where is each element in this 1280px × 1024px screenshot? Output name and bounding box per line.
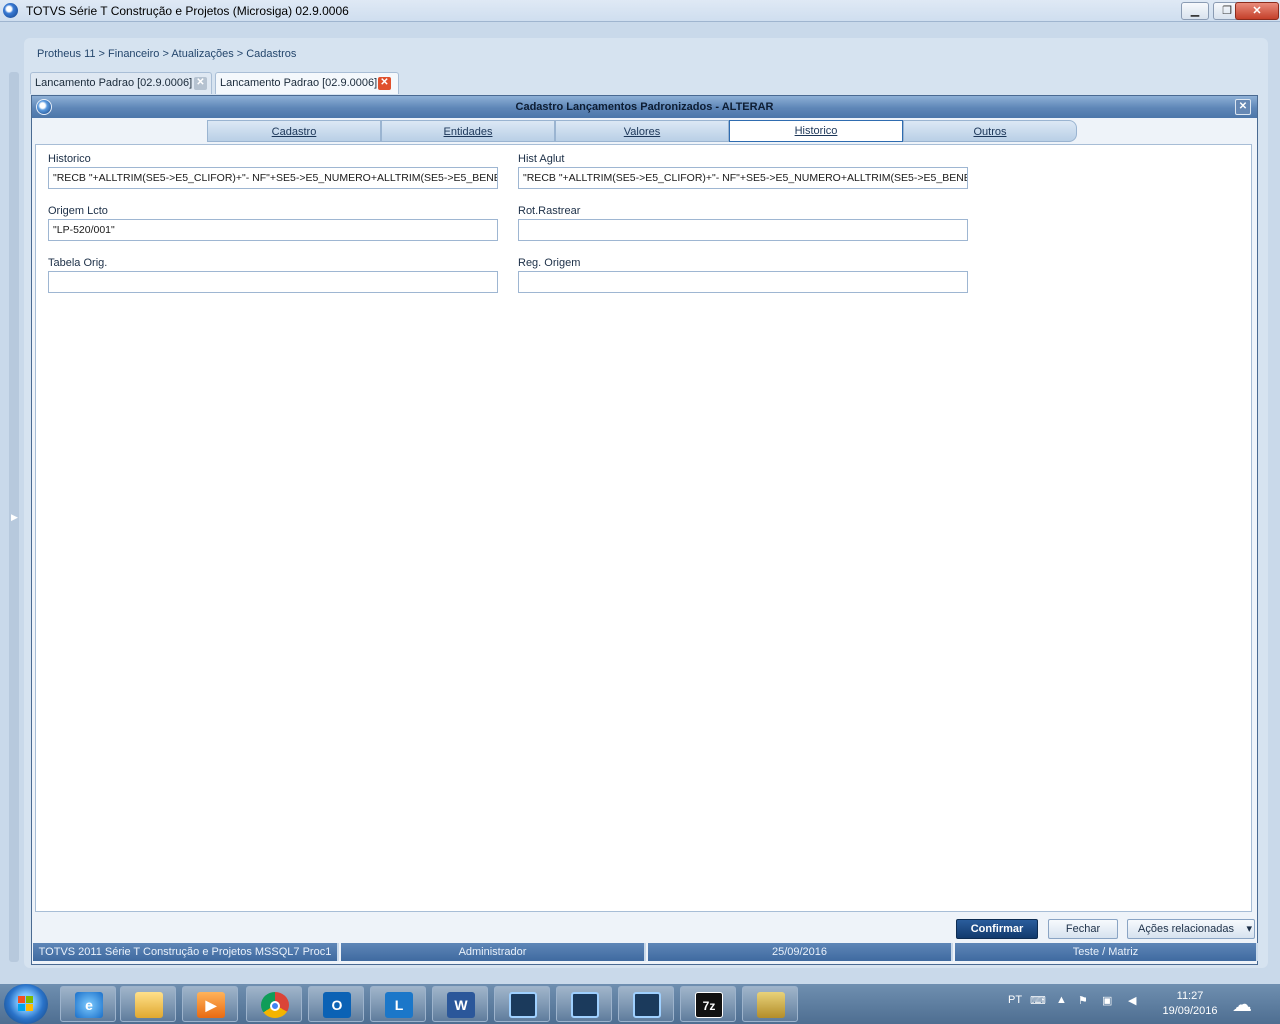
totvs-app-icon — [3, 3, 18, 18]
taskbar-remote-desktop-1[interactable] — [494, 986, 550, 1022]
related-actions-label: Ações relacionadas — [1138, 923, 1235, 935]
taskbar-chrome[interactable] — [246, 986, 302, 1022]
hist-aglut-label: Hist Aglut — [518, 153, 565, 165]
status-environment: Teste / Matriz — [955, 943, 1258, 961]
origem-lcto-label: Origem Lcto — [48, 205, 108, 217]
folder-icon — [135, 992, 163, 1018]
close-tab-icon[interactable]: ✕ — [378, 77, 391, 90]
dialog-close-button[interactable]: ✕ — [1235, 99, 1251, 115]
dialog-title: Cadastro Lançamentos Padronizados - ALTE… — [515, 101, 774, 113]
tab-outros[interactable]: Outros — [903, 120, 1077, 142]
action-center-flag-icon[interactable]: ⚑ — [1078, 994, 1088, 1007]
totvs-logo-icon — [36, 99, 52, 115]
media-player-icon: ▶ — [197, 992, 225, 1018]
keyboard-icon[interactable]: ⌨ — [1030, 994, 1046, 1007]
tray-clock[interactable]: 11:27 19/09/2016 — [1150, 989, 1230, 1019]
reg-origem-label: Reg. Origem — [518, 257, 581, 269]
historico-field[interactable]: "RECB "+ALLTRIM(SE5->E5_CLIFOR)+"- NF"+S… — [48, 167, 498, 189]
chrome-icon — [261, 992, 289, 1018]
rot-rastrear-label: Rot.Rastrear — [518, 205, 581, 217]
windows-logo-icon — [18, 996, 34, 1012]
taskbar-7zip[interactable]: 7z — [680, 986, 736, 1022]
status-bar: TOTVS 2011 Série T Construção e Projetos… — [33, 943, 1258, 961]
breadcrumb: Protheus 11 > Financeiro > Atualizações … — [37, 48, 297, 60]
doc-tab-label: Lancamento Padrao [02.9.0006] — [35, 77, 193, 89]
taskbar-lync[interactable]: L — [370, 986, 426, 1022]
form-area: Historico "RECB "+ALLTRIM(SE5->E5_CLIFOR… — [35, 144, 1252, 912]
expand-arrow-icon: ▶ — [11, 512, 18, 522]
7zip-icon: 7z — [695, 992, 723, 1018]
status-user: Administrador — [341, 943, 646, 961]
dialog-titlebar: Cadastro Lançamentos Padronizados - ALTE… — [32, 96, 1257, 118]
chevron-down-icon: ▾ — [1246, 923, 1252, 935]
remote-desktop-icon — [509, 992, 537, 1018]
side-collapse-bar[interactable]: ▶ — [9, 72, 19, 962]
origem-lcto-field[interactable]: "LP-520/001" — [48, 219, 498, 241]
doc-tab-1[interactable]: Lancamento Padrao [02.9.0006] ✕ — [30, 72, 212, 94]
clock-time: 11:27 — [1176, 990, 1204, 1002]
outlook-icon: O — [323, 992, 351, 1018]
remote-desktop-icon — [571, 992, 599, 1018]
confirm-button[interactable]: Confirmar — [956, 919, 1038, 939]
status-system: TOTVS 2011 Série T Construção e Projetos… — [33, 943, 339, 961]
start-button[interactable] — [4, 984, 48, 1024]
taskbar-file-explorer[interactable] — [120, 986, 176, 1022]
lync-icon: L — [385, 992, 413, 1018]
taskbar-outlook[interactable]: O — [308, 986, 364, 1022]
tab-historico[interactable]: Historico — [729, 120, 903, 142]
taskbar-remote-desktop-3[interactable] — [618, 986, 674, 1022]
window-title: TOTVS Série T Construção e Projetos (Mic… — [26, 4, 349, 18]
volume-icon[interactable]: ◀ — [1128, 994, 1136, 1007]
taskbar-totvs-tools[interactable] — [742, 986, 798, 1022]
network-icon[interactable]: ▣ — [1102, 994, 1112, 1007]
doc-tab-2[interactable]: Lancamento Padrao [02.9.0006] ✕ — [215, 72, 399, 94]
doc-tab-label: Lancamento Padrao [02.9.0006] — [220, 77, 378, 89]
weather-cloud-icon[interactable]: ☁ — [1232, 992, 1252, 1017]
tab-valores[interactable]: Valores — [555, 120, 729, 142]
related-actions-button[interactable]: Ações relacionadas ▾ — [1127, 919, 1255, 939]
status-date: 25/09/2016 — [648, 943, 953, 961]
hist-aglut-field[interactable]: "RECB "+ALLTRIM(SE5->E5_CLIFOR)+"- NF"+S… — [518, 167, 968, 189]
reg-origem-field[interactable] — [518, 271, 968, 293]
tab-entidades[interactable]: Entidades — [381, 120, 555, 142]
tabela-orig-label: Tabela Orig. — [48, 257, 108, 269]
close-button[interactable]: Fechar — [1048, 919, 1118, 939]
taskbar-media-player[interactable]: ▶ — [182, 986, 238, 1022]
tabela-orig-field[interactable] — [48, 271, 498, 293]
rot-rastrear-field[interactable] — [518, 219, 968, 241]
taskbar-remote-desktop-2[interactable] — [556, 986, 612, 1022]
minimize-button[interactable]: ▁ — [1181, 2, 1209, 20]
remote-desktop-icon — [633, 992, 661, 1018]
close-tab-icon[interactable]: ✕ — [194, 77, 207, 90]
clock-date: 19/09/2016 — [1162, 1005, 1218, 1017]
window-titlebar: TOTVS Série T Construção e Projetos (Mic… — [0, 0, 1280, 22]
word-icon: W — [447, 992, 475, 1018]
taskbar-internet-explorer[interactable]: e — [60, 986, 116, 1022]
tools-icon — [757, 992, 785, 1018]
show-hidden-icons[interactable]: ▲ — [1056, 994, 1067, 1006]
historico-label: Historico — [48, 153, 91, 165]
taskbar-word[interactable]: W — [432, 986, 488, 1022]
internet-explorer-icon: e — [75, 992, 103, 1018]
language-indicator[interactable]: PT — [1008, 994, 1022, 1006]
windows-taskbar: e ▶ O L W 7z PT ⌨ ▲ ⚑ ▣ ◀ 11:27 19/09/20… — [0, 984, 1280, 1024]
close-window-button[interactable]: ✕ — [1235, 2, 1279, 20]
tab-cadastro[interactable]: Cadastro — [207, 120, 381, 142]
dialog-window: Cadastro Lançamentos Padronizados - ALTE… — [31, 95, 1258, 965]
